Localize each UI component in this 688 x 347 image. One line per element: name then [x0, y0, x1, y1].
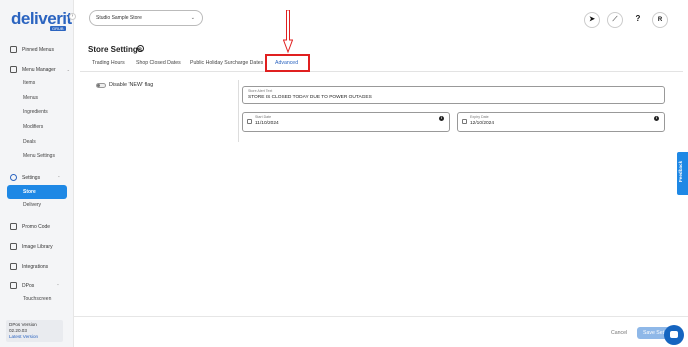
store-selector-value: Studio Sample Store [96, 15, 142, 21]
expiry-date-value: 12/10/2024 [470, 121, 495, 126]
logo-sub: GRUB [50, 26, 66, 31]
annotation-arrow-icon [283, 10, 293, 54]
sidebar-item-dpos[interactable]: DPos ⌃ [10, 282, 60, 289]
sidebar: deliverit GRUB › Pinned Menus Menu Manag… [0, 0, 76, 347]
chevron-down-icon: ⌄ [66, 67, 70, 72]
pin-icon [10, 46, 17, 53]
info-icon[interactable]: i [439, 116, 444, 121]
store-alert-text-label: Store Alert Text [248, 89, 273, 93]
sidebar-item-store[interactable]: Store [7, 185, 67, 199]
store-alert-text-field[interactable]: Store Alert Text STORE IS CLOSED TODAY D… [242, 86, 665, 104]
feedback-label: Feedback [678, 160, 683, 182]
sidebar-item-menus[interactable]: Menus [23, 95, 38, 101]
sidebar-item-label: Settings [22, 174, 41, 181]
store-selector[interactable]: Studio Sample Store ⌄ [89, 10, 203, 26]
sidebar-item-menu-manager[interactable]: Menu Manager ⌄ [10, 66, 70, 73]
calendar-icon [247, 119, 252, 124]
app-root: deliverit GRUB › Pinned Menus Menu Manag… [0, 0, 688, 347]
dpos-icon [10, 282, 17, 289]
start-date-label: Start Date [255, 115, 272, 119]
gear-icon [10, 174, 17, 181]
page-title: Store Settings [88, 45, 143, 54]
sidebar-item-modifiers[interactable]: Modifiers [23, 124, 43, 130]
sidebar-item-image-library[interactable]: Image Library [10, 243, 53, 250]
chat-icon[interactable] [664, 325, 684, 345]
sidebar-item-label: Promo Code [22, 223, 51, 230]
sidebar-item-label: Pinned Menus [22, 46, 54, 53]
sidebar-item-menu-settings[interactable]: Menu Settings [23, 153, 55, 159]
tabs-bar: Trading Hours Shop Closed Dates Public H… [80, 56, 683, 72]
sidebar-item-touchscreen[interactable]: Touchscreen [23, 296, 51, 302]
sidebar-item-label: Integrations [22, 263, 49, 270]
help-icon[interactable]: ? [630, 12, 646, 28]
version-box: DPos Version 02.20.03 Latest Version [6, 320, 63, 342]
sidebar-item-label: Image Library [22, 243, 53, 250]
promo-icon [10, 223, 17, 230]
cancel-button[interactable]: Cancel [611, 330, 627, 336]
expiry-date-label: Expiry Date [470, 115, 489, 119]
sidebar-item-promo-code[interactable]: Promo Code [10, 223, 50, 230]
annotation-highlight-box [265, 54, 310, 72]
tab-trading-hours[interactable]: Trading Hours [92, 60, 125, 66]
calendar-icon [462, 119, 467, 124]
feedback-tab[interactable]: Feedback [677, 152, 688, 195]
sidebar-item-items[interactable]: Items [23, 80, 35, 86]
sidebar-item-settings[interactable]: Settings ⌃ [10, 174, 60, 181]
sidebar-item-ingredients[interactable]: Ingredients [23, 109, 48, 115]
footer-bar: Cancel Save Set [74, 316, 688, 347]
info-icon[interactable] [137, 45, 144, 52]
divider [238, 80, 239, 142]
topbar: Studio Sample Store ⌄ ➤ ⟋ ? R [74, 0, 688, 36]
chevron-down-icon: ⌄ [190, 15, 195, 21]
chevron-up-icon: ⌃ [57, 175, 61, 180]
chevron-up-icon: ⌃ [56, 283, 60, 288]
sidebar-item-label: Menu Manager [22, 66, 56, 73]
sidebar-item-pinned-menus[interactable]: Pinned Menus [10, 46, 54, 53]
disable-new-flag-label: Disable 'NEW' flag [109, 82, 154, 88]
expiry-date-field[interactable]: Expiry Date 12/10/2024 i [457, 112, 665, 132]
launch-icon[interactable]: ⟋ [607, 12, 623, 28]
sidebar-item-label: Store [23, 189, 36, 195]
latest-version-link[interactable]: Latest Version [9, 334, 60, 340]
menu-icon [10, 66, 17, 73]
sidebar-item-label: DPos [22, 282, 35, 289]
main-content: Store Settings Trading Hours Shop Closed… [80, 10, 683, 318]
sidebar-item-integrations[interactable]: Integrations [10, 263, 48, 270]
tab-public-holiday-surcharge-dates[interactable]: Public Holiday Surcharge Dates [190, 60, 263, 66]
sidebar-item-deals[interactable]: Deals [23, 139, 36, 145]
disable-new-flag-toggle[interactable] [96, 83, 106, 88]
image-icon [10, 243, 17, 250]
rocket-icon[interactable]: ➤ [584, 12, 600, 28]
sidebar-item-delivery[interactable]: Delivery [23, 202, 41, 208]
integrations-icon [10, 263, 17, 270]
store-alert-text-value: STORE IS CLOSED TODAY DUE TO POWER OUTAG… [248, 95, 372, 100]
start-date-value: 11/10/2024 [255, 121, 279, 126]
info-icon[interactable]: i [654, 116, 659, 121]
user-avatar[interactable]: R [652, 12, 668, 28]
tab-shop-closed-dates[interactable]: Shop Closed Dates [136, 60, 181, 66]
start-date-field[interactable]: Start Date 11/10/2024 i [242, 112, 450, 132]
